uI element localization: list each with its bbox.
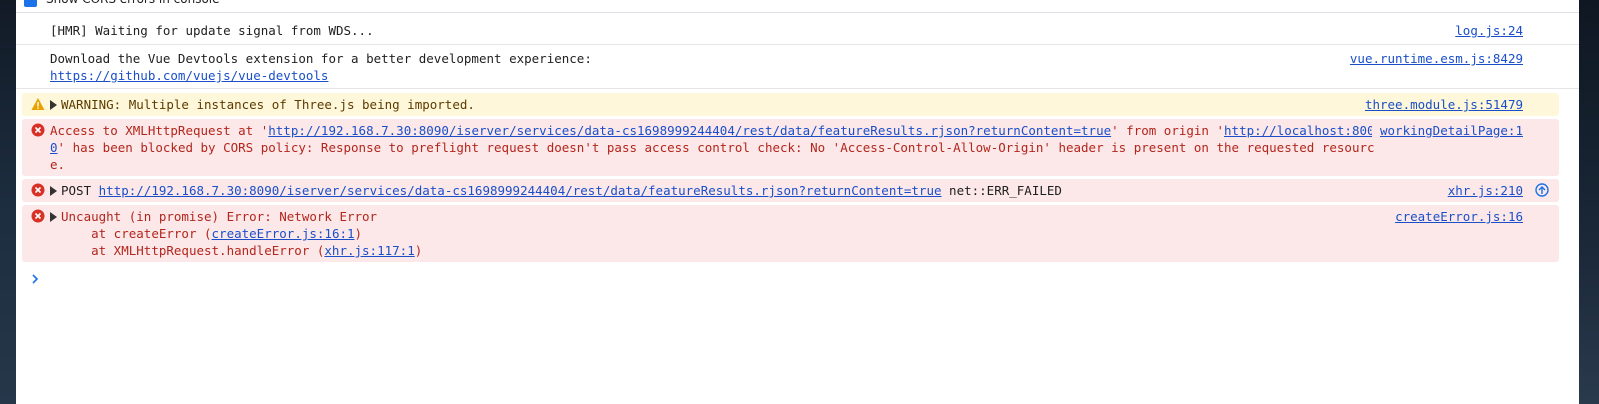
console-message-hmr: [HMR] Waiting for update signal from WDS… [16, 13, 1579, 45]
console-prompt[interactable] [16, 266, 1579, 290]
console-error-post: POST http://192.168.7.30:8090/iserver/se… [22, 179, 1559, 202]
cors-errors-label: Show CORS errors in console [46, 0, 220, 8]
cors-request-url-link[interactable]: http://192.168.7.30:8090/iserver/service… [268, 123, 1111, 138]
uncaught-text: Uncaught (in promise) Error: Network Err… [61, 209, 378, 224]
source-link-log[interactable]: log.js:24 [1447, 22, 1523, 39]
network-request-icon[interactable] [1535, 183, 1549, 197]
desktop-background-left [0, 0, 16, 404]
stack-frame-1: at createError ( [61, 226, 212, 241]
desktop-background-right [1579, 0, 1599, 404]
console-message-vue-devtools: Download the Vue Devtools extension for … [16, 45, 1579, 89]
cors-text-3: ' has been blocked by CORS policy: Respo… [50, 140, 1375, 172]
post-status: net::ERR_FAILED [949, 183, 1062, 198]
error-icon [31, 123, 45, 137]
stack-frame-2: at XMLHttpRequest.handleError ( [61, 243, 325, 258]
message-text: [HMR] Waiting for update signal from WDS… [50, 23, 374, 38]
expand-triangle-icon[interactable] [50, 186, 57, 196]
expand-triangle-icon[interactable] [50, 212, 57, 222]
console-error-cors: Access to XMLHttpRequest at 'http://192.… [22, 119, 1559, 176]
cors-text-1: Access to XMLHttpRequest at ' [50, 123, 269, 138]
stack-link-create-error[interactable]: createError.js:16:1 [212, 226, 355, 241]
source-link-xhr[interactable]: xhr.js:210 [1439, 182, 1523, 199]
vue-devtools-link[interactable]: https://github.com/vuejs/vue-devtools [50, 68, 328, 83]
source-link-create-error[interactable]: createError.js:16 [1387, 208, 1523, 225]
warning-text: WARNING: Multiple instances of Three.js … [61, 97, 475, 112]
console-settings-strip: Show CORS errors in console [16, 0, 1579, 13]
warning-icon [31, 98, 45, 110]
console-error-uncaught: Uncaught (in promise) Error: Network Err… [22, 205, 1559, 262]
source-link-vue-runtime[interactable]: vue.runtime.esm.js:8429 [1342, 50, 1523, 67]
source-link-working-detail-page[interactable]: workingDetailPage:1 [1372, 122, 1523, 139]
stack-link-xhr[interactable]: xhr.js:117:1 [324, 243, 414, 258]
chevron-right-icon [32, 274, 39, 284]
message-text: Download the Vue Devtools extension for … [50, 51, 592, 66]
error-icon [31, 183, 45, 197]
post-method: POST [61, 183, 92, 198]
cors-text-2: ' from origin ' [1111, 123, 1225, 138]
expand-triangle-icon[interactable] [50, 100, 57, 110]
cors-errors-checkbox[interactable] [24, 0, 37, 7]
devtools-console: Show CORS errors in console [HMR] Waitin… [16, 0, 1579, 404]
post-url-link[interactable]: http://192.168.7.30:8090/iserver/service… [99, 183, 942, 198]
console-warning-threejs[interactable]: WARNING: Multiple instances of Three.js … [22, 93, 1559, 116]
error-icon [31, 209, 45, 223]
source-link-three-module[interactable]: three.module.js:51479 [1356, 96, 1523, 113]
